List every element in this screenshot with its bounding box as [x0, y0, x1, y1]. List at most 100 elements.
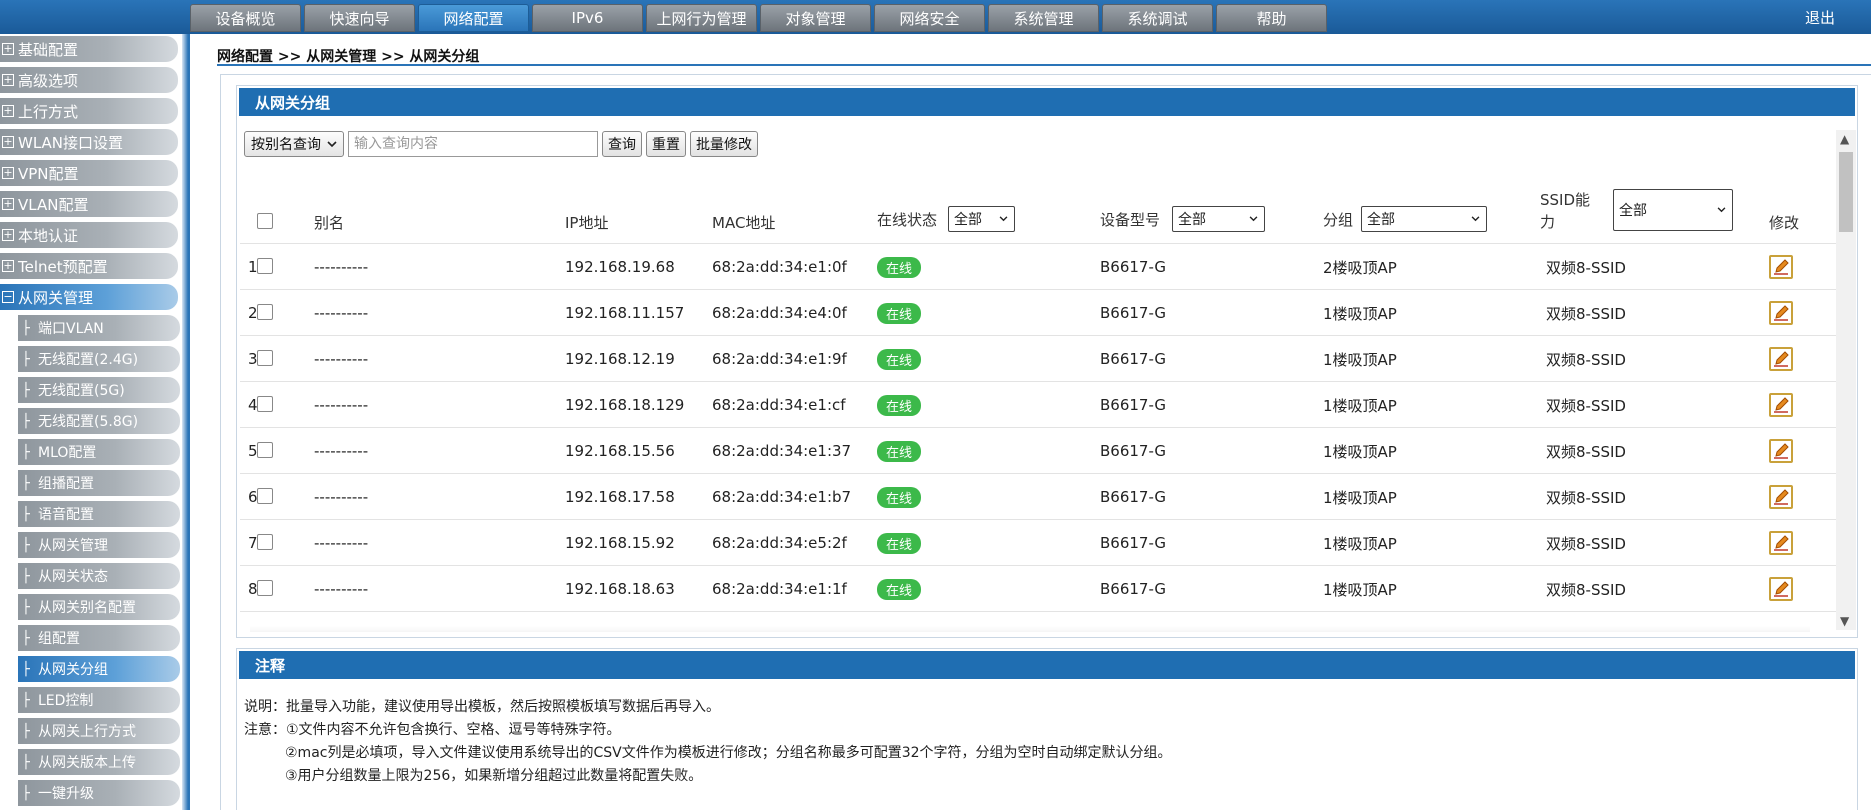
row-checkbox[interactable] [257, 534, 273, 550]
query-bar: 按别名查询 查询 重置 批量修改 [244, 131, 758, 157]
tab-network-security[interactable]: 网络安全 [874, 4, 985, 32]
sidebar-sub-wireless-5g[interactable]: ├ 无线配置(5G) [18, 377, 180, 403]
sidebar-sub-one-click-upgrade[interactable]: ├ 一键升级 [18, 780, 180, 806]
scroll-thumb[interactable] [1839, 152, 1853, 232]
sidebar-sub-ap-status[interactable]: ├ 从网关状态 [18, 563, 180, 589]
sidebar-item-ap-management[interactable]: − 从网关管理 [0, 284, 178, 310]
sidebar-sub-multicast[interactable]: ├ 组播配置 [18, 470, 180, 496]
cell-ssid: 双频8-SSID [1546, 488, 1626, 507]
cell-ip: 192.168.17.58 [565, 488, 675, 506]
batch-edit-button[interactable]: 批量修改 [690, 131, 758, 157]
sidebar-sub-ap-group[interactable]: ├ 从网关分组 [18, 656, 180, 682]
sidebar-sub-port-vlan[interactable]: ├ 端口VLAN [18, 315, 180, 341]
tab-system-management[interactable]: 系统管理 [988, 4, 1099, 32]
logout-link[interactable]: 退出 [1805, 7, 1835, 28]
sidebar-item-vpn[interactable]: + VPN配置 [0, 160, 178, 186]
query-mode-select[interactable]: 按别名查询 [244, 131, 344, 157]
sidebar-item-local-auth[interactable]: + 本地认证 [0, 222, 178, 248]
edit-icon[interactable] [1769, 485, 1793, 509]
sidebar-sub-group-config[interactable]: ├ 组配置 [18, 625, 180, 651]
cell-ip: 192.168.15.56 [565, 442, 675, 460]
row-checkbox[interactable] [257, 304, 273, 320]
header-edit: 修改 [1769, 214, 1800, 232]
sidebar-sub-ap-uplink[interactable]: ├ 从网关上行方式 [18, 718, 180, 744]
tab-object-management[interactable]: 对象管理 [760, 4, 871, 32]
status-badge: 在线 [877, 256, 922, 278]
row-checkbox[interactable] [257, 580, 273, 596]
notes-text: 说明：批量导入功能，建议使用导出模板，然后按照模板填写数据后再导入。 注意：①文… [244, 696, 1172, 788]
cell-alias: ---------- [314, 534, 369, 552]
cell-model: B6617-G [1100, 396, 1167, 414]
table-header: 别名 IP地址 MAC地址 在线状态 全部 设备型号 全部 分组 全部 SSID… [240, 176, 1836, 244]
query-button[interactable]: 查询 [602, 131, 642, 157]
edit-icon[interactable] [1769, 347, 1793, 371]
expand-icon: + [2, 228, 14, 241]
edit-icon[interactable] [1769, 577, 1793, 601]
edit-icon[interactable] [1769, 531, 1793, 555]
sidebar-item-uplink[interactable]: + 上行方式 [0, 98, 178, 124]
model-filter-select[interactable]: 全部 [1172, 206, 1265, 232]
cell-ssid: 双频8-SSID [1546, 534, 1626, 553]
row-checkbox[interactable] [257, 350, 273, 366]
sidebar-sub-wireless-24g[interactable]: ├ 无线配置(2.4G) [18, 346, 180, 372]
sidebar-sub-label: 从网关上行方式 [38, 724, 136, 740]
select-all-checkbox[interactable] [257, 213, 273, 229]
row-checkbox[interactable] [257, 442, 273, 458]
sidebar-sub-ap-manage[interactable]: ├ 从网关管理 [18, 532, 180, 558]
edit-icon[interactable] [1769, 439, 1793, 463]
cell-mac: 68:2a:dd:34:e1:9f [712, 350, 847, 368]
notes-explain: 说明：批量导入功能，建议使用导出模板，然后按照模板填写数据后再导入。 [244, 699, 720, 715]
sidebar-sub-voice[interactable]: ├ 语音配置 [18, 501, 180, 527]
tab-system-debug[interactable]: 系统调试 [1102, 4, 1213, 32]
row-checkbox[interactable] [257, 396, 273, 412]
edit-icon[interactable] [1769, 393, 1793, 417]
cell-alias: ---------- [314, 442, 369, 460]
cell-model: B6617-G [1100, 580, 1167, 598]
row-checkbox[interactable] [257, 488, 273, 504]
scroll-up-icon[interactable]: ▲ [1840, 132, 1849, 146]
sidebar-sub-mlo[interactable]: ├ MLO配置 [18, 439, 180, 465]
sidebar-item-vlan[interactable]: + VLAN配置 [0, 191, 178, 217]
sidebar-sub-ap-firmware[interactable]: ├ 从网关版本上传 [18, 749, 180, 775]
status-filter-select[interactable]: 全部 [948, 206, 1015, 232]
table-scrollbar[interactable]: ▲ ▼ [1836, 130, 1856, 630]
tree-branch-icon: ├ [22, 599, 30, 615]
sidebar-sub-wireless-58g[interactable]: ├ 无线配置(5.8G) [18, 408, 180, 434]
sidebar-sub-ap-alias[interactable]: ├ 从网关别名配置 [18, 594, 180, 620]
cell-alias: ---------- [314, 350, 369, 368]
sidebar-sub-led[interactable]: ├ LED控制 [18, 687, 180, 713]
edit-icon[interactable] [1769, 255, 1793, 279]
group-filter-select[interactable]: 全部 [1361, 206, 1487, 232]
tab-overview[interactable]: 设备概览 [190, 4, 301, 32]
scroll-down-icon[interactable]: ▼ [1840, 614, 1849, 628]
notes-item-3: ③用户分组数量上限为256，如果新增分组超过此数量将配置失败。 [285, 768, 703, 784]
tab-help[interactable]: 帮助 [1216, 4, 1327, 32]
search-input[interactable] [348, 131, 598, 157]
cell-group: 1楼吸顶AP [1323, 580, 1397, 599]
cell-status: 在线 [877, 244, 922, 290]
cell-ip: 192.168.18.129 [565, 396, 685, 414]
tab-internet-behavior[interactable]: 上网行为管理 [646, 4, 757, 32]
reset-button[interactable]: 重置 [646, 131, 686, 157]
cell-ssid: 双频8-SSID [1546, 304, 1626, 323]
cell-alias: ---------- [314, 396, 369, 414]
table-row: 1 ---------- 192.168.19.68 68:2a:dd:34:e1:0… [240, 244, 1836, 290]
sidebar-sub-label: 无线配置(2.4G) [38, 352, 139, 368]
sidebar-item-advanced[interactable]: + 高级选项 [0, 67, 178, 93]
header-mac: MAC地址 [712, 214, 776, 232]
sidebar-item-wlan[interactable]: + WLAN接口设置 [0, 129, 178, 155]
expand-icon: + [2, 197, 14, 210]
sidebar-item-basic-config[interactable]: + 基础配置 [0, 36, 178, 62]
tree-branch-icon: ├ [22, 723, 30, 739]
sidebar-item-telnet[interactable]: + Telnet预配置 [0, 253, 178, 279]
notes-panel-title: 注释 [239, 651, 1855, 679]
tab-ipv6[interactable]: IPv6 [532, 4, 643, 32]
tree-branch-icon: ├ [22, 754, 30, 770]
expand-icon: + [2, 104, 14, 117]
edit-icon[interactable] [1769, 301, 1793, 325]
tab-network-config[interactable]: 网络配置 [418, 4, 529, 32]
sidebar: + 基础配置 + 高级选项 + 上行方式 + WLAN接口设置 + VPN配置 + VLAN… [0, 34, 190, 810]
tab-quick-wizard[interactable]: 快速向导 [304, 4, 415, 32]
row-checkbox[interactable] [257, 258, 273, 274]
ssid-filter-select[interactable]: 全部 [1613, 189, 1733, 231]
